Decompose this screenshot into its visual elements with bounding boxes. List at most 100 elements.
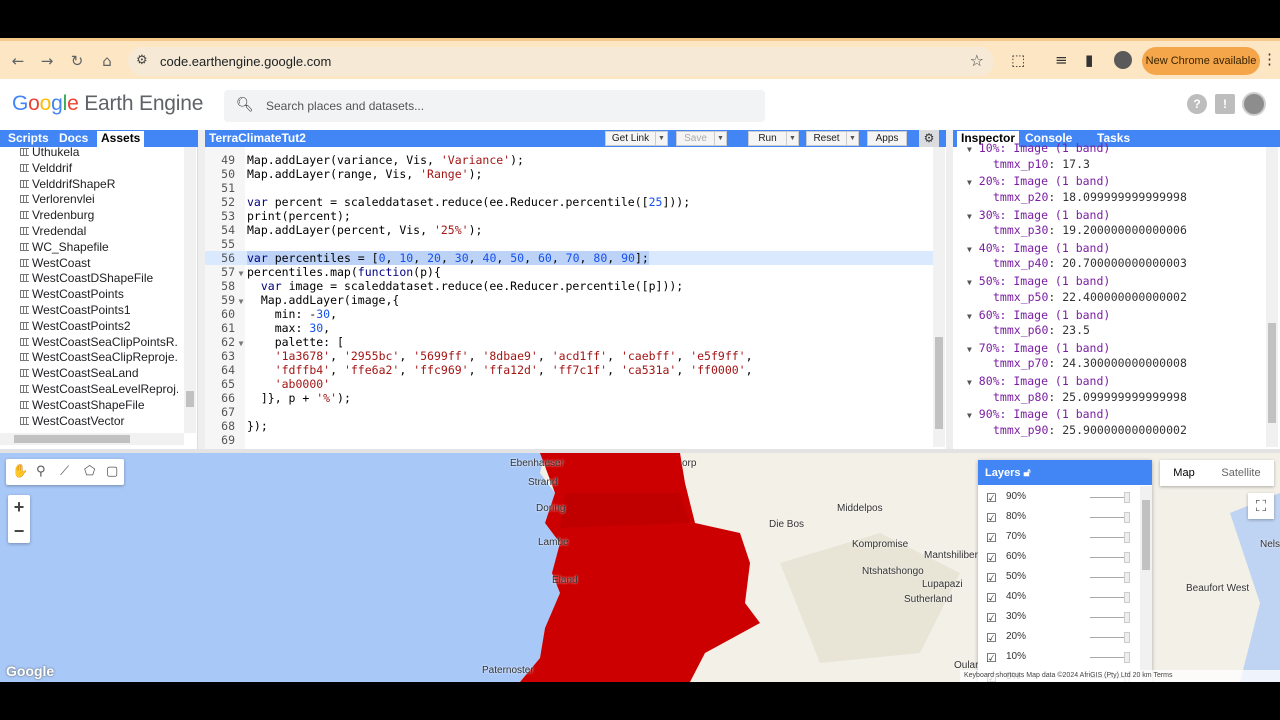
code-line[interactable]: 60 min: -30, [205, 307, 933, 321]
asset-item[interactable]: Uthukela [20, 144, 178, 160]
rectangle-icon[interactable]: ▢ [106, 464, 118, 479]
code-line[interactable]: 61 max: 30, [205, 321, 933, 335]
layer-checkbox[interactable]: ☑ [986, 491, 997, 505]
site-info-icon[interactable]: ⚙ [136, 53, 148, 68]
map-type-satellite[interactable]: Satellite [1208, 460, 1274, 486]
asset-item[interactable]: Verlorenvlei [20, 191, 178, 207]
slider-knob[interactable] [1124, 512, 1130, 523]
asset-item[interactable]: WestCoastPoints1 [20, 302, 178, 318]
layer-row[interactable]: ☑ 90% [978, 487, 1138, 507]
layer-checkbox[interactable]: ☑ [986, 591, 997, 605]
code-line[interactable]: 64 'fdffb4', 'ffe6a2', 'ffc969', 'ffa12d… [205, 363, 933, 377]
media-icon[interactable]: ≡ [1055, 51, 1068, 69]
line-icon[interactable]: ⟋ [60, 464, 69, 479]
profile-avatar[interactable] [1114, 51, 1132, 69]
asset-item[interactable]: Velddrif [20, 160, 178, 176]
layer-checkbox[interactable]: ☑ [986, 631, 997, 645]
back-icon[interactable]: ← [8, 51, 28, 71]
code-line[interactable]: 51 [205, 181, 933, 195]
get-link-button[interactable]: Get Link ▼ [605, 131, 668, 146]
asset-item[interactable]: WestCoast [20, 255, 178, 271]
marker-icon[interactable]: ⚲ [36, 464, 46, 479]
inspector-image-entry[interactable]: ▼ 80%: Image (1 band) [967, 374, 1110, 388]
address-bar[interactable]: ⚙ code.earthengine.google.com ☆ [128, 47, 994, 76]
opacity-slider[interactable] [1090, 617, 1126, 618]
user-avatar[interactable] [1242, 92, 1266, 116]
asset-item[interactable]: WestCoastSeaLand [20, 365, 178, 381]
zoom-in-button[interactable]: + [8, 495, 30, 519]
inspector-scrollbar[interactable] [1266, 147, 1278, 447]
save-button[interactable]: Save ▼ [676, 131, 727, 146]
side-panel-icon[interactable]: ▮ [1085, 51, 1093, 69]
layer-row[interactable]: ☑ 40% [978, 587, 1138, 607]
inspector-image-entry[interactable]: ▼ 30%: Image (1 band) [967, 208, 1110, 222]
code-line[interactable]: 65 'ab0000' [205, 377, 933, 391]
bookmark-star-icon[interactable]: ☆ [970, 51, 984, 70]
slider-knob[interactable] [1124, 572, 1130, 583]
code-line[interactable]: 56 var percentiles = [0, 10, 20, 30, 40, … [205, 251, 933, 265]
inspector-image-entry[interactable]: ▼ 50%: Image (1 band) [967, 274, 1110, 288]
assets-vertical-scrollbar[interactable] [184, 147, 196, 433]
opacity-slider[interactable] [1090, 537, 1126, 538]
opacity-slider[interactable] [1090, 577, 1126, 578]
code-line[interactable]: 52 var percent = scaleddataset.reduce(ee.… [205, 195, 933, 209]
asset-item[interactable]: WestCoastDShapeFile [20, 270, 178, 286]
layers-header[interactable]: Layers 🔓︎ [978, 460, 1152, 485]
opacity-slider[interactable] [1090, 517, 1126, 518]
slider-knob[interactable] [1124, 532, 1130, 543]
map-type-map[interactable]: Map [1160, 460, 1208, 486]
layer-row[interactable]: ☑ 70% [978, 527, 1138, 547]
inspector-image-entry[interactable]: ▼ 10%: Image (1 band) [967, 141, 1110, 155]
home-icon[interactable]: ⌂ [97, 51, 117, 71]
inspector-image-entry[interactable]: ▼ 40%: Image (1 band) [967, 241, 1110, 255]
layer-row[interactable]: ☑ 50% [978, 567, 1138, 587]
asset-item[interactable]: WestCoastSeaClipPointsR... [20, 334, 178, 350]
layer-row[interactable]: ☑ 20% [978, 627, 1138, 647]
code-line[interactable]: 63 '1a3678', '2955bc', '5699ff', '8dbae9… [205, 349, 933, 363]
slider-knob[interactable] [1124, 612, 1130, 623]
layer-checkbox[interactable]: ☑ [986, 531, 997, 545]
run-button[interactable]: Run ▼ [748, 131, 799, 146]
code-line[interactable]: 68}); [205, 419, 933, 433]
code-line[interactable]: 66 ]}, p + '%'); [205, 391, 933, 405]
inspector-image-entry[interactable]: ▼ 70%: Image (1 band) [967, 341, 1110, 355]
forward-icon[interactable]: → [37, 51, 57, 71]
assets-horizontal-scrollbar[interactable] [0, 433, 184, 445]
code-line[interactable]: 49 Map.addLayer(variance, Vis, 'Variance'… [205, 153, 933, 167]
asset-item[interactable]: VelddrifShapeR [20, 176, 178, 192]
code-line[interactable]: 54 Map.addLayer(percent, Vis, '25%'); [205, 223, 933, 237]
gear-icon[interactable]: ⚙ [919, 130, 939, 147]
layer-row[interactable]: ☑ 60% [978, 547, 1138, 567]
apps-button[interactable]: Apps [867, 131, 907, 146]
asset-item[interactable]: WestCoastShapeFile [20, 397, 178, 413]
code-line[interactable]: 55 [205, 237, 933, 251]
slider-knob[interactable] [1124, 592, 1130, 603]
layer-row[interactable]: ☑ 30% [978, 607, 1138, 627]
editor-scrollbar[interactable] [933, 147, 945, 447]
code-line[interactable]: 67 [205, 405, 933, 419]
zoom-out-button[interactable]: − [8, 519, 30, 543]
code-line[interactable]: 50 Map.addLayer(range, Vis, 'Range'); [205, 167, 933, 181]
slider-knob[interactable] [1124, 632, 1130, 643]
asset-item[interactable]: Vredendal [20, 223, 178, 239]
opacity-slider[interactable] [1090, 637, 1126, 638]
inspector-image-entry[interactable]: ▼ 20%: Image (1 band) [967, 174, 1110, 188]
layer-checkbox[interactable]: ☑ [986, 551, 997, 565]
more-menu-icon[interactable]: ⋮ [1262, 50, 1277, 68]
help-icon[interactable]: ? [1187, 94, 1207, 114]
slider-knob[interactable] [1124, 652, 1130, 663]
layer-checkbox[interactable]: ☑ [986, 611, 997, 625]
search-bar[interactable]: 🔍︎ Search places and datasets... [224, 90, 765, 122]
right-splitter[interactable] [946, 130, 953, 450]
fullscreen-icon[interactable]: ⛶ [1248, 493, 1274, 519]
extensions-icon[interactable]: ⬚ [1011, 51, 1025, 69]
layer-checkbox[interactable]: ☑ [986, 651, 997, 665]
feedback-icon[interactable]: ! [1215, 94, 1235, 114]
opacity-slider[interactable] [1090, 497, 1126, 498]
code-line[interactable]: 62 ▼ palette: [ [205, 335, 933, 349]
layer-checkbox[interactable]: ☑ [986, 571, 997, 585]
asset-item[interactable]: WestCoastSeaLevelReproj... [20, 381, 178, 397]
slider-knob[interactable] [1124, 552, 1130, 563]
code-line[interactable]: 53 print(percent); [205, 209, 933, 223]
code-line[interactable]: 57 ▼ percentiles.map(function(p){ [205, 265, 933, 279]
